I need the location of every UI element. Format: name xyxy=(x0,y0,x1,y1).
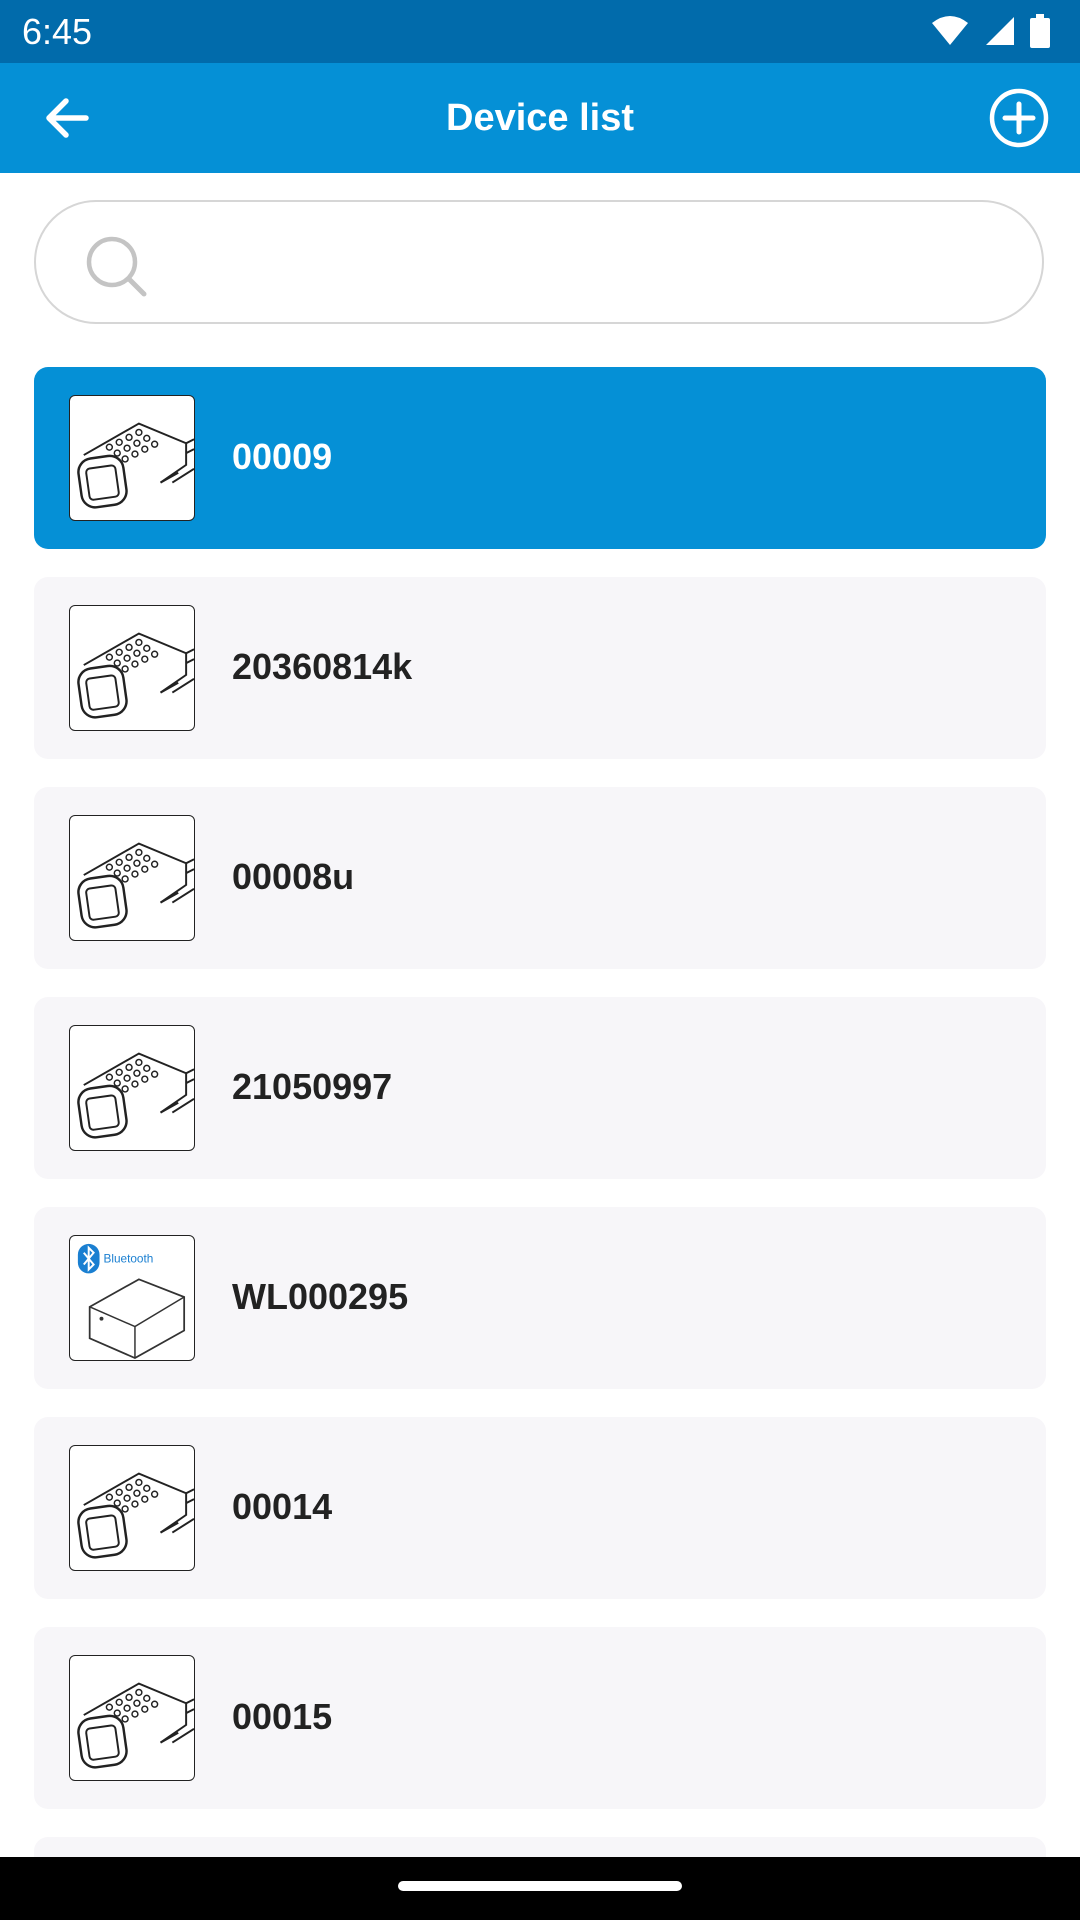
device-item[interactable]: 21050997 xyxy=(34,997,1046,1179)
lock-thumbnail xyxy=(69,1445,195,1571)
plus-circle-icon xyxy=(989,88,1049,148)
status-time: 6:45 xyxy=(22,11,93,52)
device-name: WL000295 xyxy=(232,1276,409,1317)
keypad-lock-icon xyxy=(77,1472,194,1559)
status-bar: 6:45 xyxy=(0,0,1080,63)
device-name: 00009 xyxy=(232,436,333,477)
device-name: 00008u xyxy=(232,856,355,897)
bluetooth-gateway-icon: Bluetooth xyxy=(77,1243,186,1360)
home-gesture-handle[interactable] xyxy=(398,1881,682,1891)
keypad-lock-icon xyxy=(77,422,194,509)
status-icons xyxy=(930,14,1050,48)
app-bar: Device list xyxy=(0,63,1080,173)
battery-icon xyxy=(1030,14,1050,48)
lock-thumbnail xyxy=(69,605,195,731)
search-input[interactable] xyxy=(176,232,982,294)
device-item[interactable]: Bluetooth WL000295 xyxy=(34,1207,1046,1389)
device-name: 20360814k xyxy=(232,646,413,687)
device-item[interactable]: 00008u xyxy=(34,787,1046,969)
device-name: 00015 xyxy=(232,1696,333,1737)
keypad-lock-icon xyxy=(77,632,194,719)
page-title: Device list xyxy=(446,97,634,139)
lock-thumbnail xyxy=(69,815,195,941)
keypad-lock-icon xyxy=(77,1682,194,1769)
lock-thumbnail xyxy=(69,395,195,521)
wifi-icon xyxy=(932,16,968,45)
device-item[interactable]: 00015 xyxy=(34,1627,1046,1809)
lock-thumbnail xyxy=(69,1025,195,1151)
keypad-lock-icon xyxy=(77,1052,194,1139)
device-name: 21050997 xyxy=(232,1066,393,1107)
gateway-thumbnail: Bluetooth xyxy=(69,1235,195,1361)
device-item[interactable]: 20360814k xyxy=(34,577,1046,759)
lock-thumbnail xyxy=(69,1655,195,1781)
signal-icon xyxy=(986,17,1014,45)
search-bar[interactable] xyxy=(34,200,1044,324)
bluetooth-badge-text: Bluetooth xyxy=(103,1252,153,1266)
keypad-lock-icon xyxy=(77,842,194,929)
device-item[interactable]: 00014 xyxy=(34,1417,1046,1599)
add-device-button[interactable] xyxy=(988,87,1050,149)
navigation-bar xyxy=(0,1857,1080,1920)
search-icon xyxy=(86,236,147,297)
device-list: 00009 20360814k 00008u 21050997 Bluetoot… xyxy=(34,367,1046,1905)
device-item[interactable]: 00009 xyxy=(34,367,1046,549)
device-name: 00014 xyxy=(232,1486,333,1527)
